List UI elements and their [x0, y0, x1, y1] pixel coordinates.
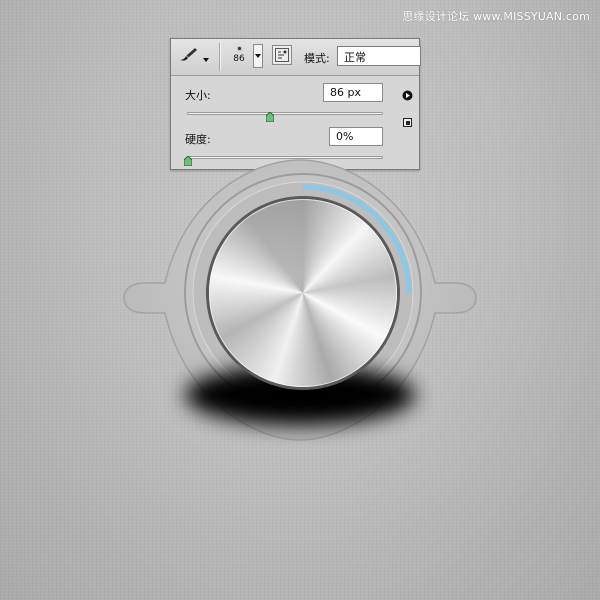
volume-knob[interactable] — [193, 183, 413, 403]
flyout-menu-icon — [402, 90, 413, 101]
brush-icon — [178, 46, 200, 66]
hardness-slider[interactable] — [183, 155, 383, 167]
toggle-brush-panel-button[interactable] — [272, 45, 292, 65]
hardness-label: 硬度: — [185, 133, 211, 146]
knob-sheen — [209, 199, 397, 387]
toolbar-divider — [219, 43, 221, 71]
dropdown-arrow-icon — [255, 54, 261, 58]
dropdown-arrow-icon — [202, 47, 209, 66]
brush-tip-dot — [237, 47, 241, 50]
brush-panel-toggle-icon — [275, 48, 289, 62]
size-slider-thumb[interactable] — [265, 107, 275, 123]
watermark: 思缘设计论坛 www.MISSYUAN.com — [402, 10, 590, 23]
hardness-field[interactable]: 0% — [329, 127, 383, 146]
brush-options-panel: 86 模式: 正常 大小: 86 px 硬度: 0% — [170, 38, 421, 170]
flyout-menu-button[interactable] — [402, 86, 413, 105]
reset-button[interactable] — [403, 112, 412, 131]
mode-label: 模式: — [304, 52, 330, 65]
options-toolbar: 86 模式: 正常 — [171, 39, 421, 76]
mode-select[interactable]: 正常 — [337, 46, 421, 66]
size-field[interactable]: 86 px — [323, 83, 383, 102]
brush-preset-dropdown[interactable] — [253, 44, 263, 68]
brush-size-preview: 86 — [233, 54, 245, 64]
reset-icon — [403, 118, 412, 127]
hardness-slider-thumb[interactable] — [183, 151, 193, 167]
size-slider[interactable] — [187, 111, 383, 123]
size-label: 大小: — [185, 89, 211, 102]
brush-tool-button[interactable] — [175, 44, 211, 68]
brush-preset-picker[interactable]: 86 — [227, 42, 251, 72]
